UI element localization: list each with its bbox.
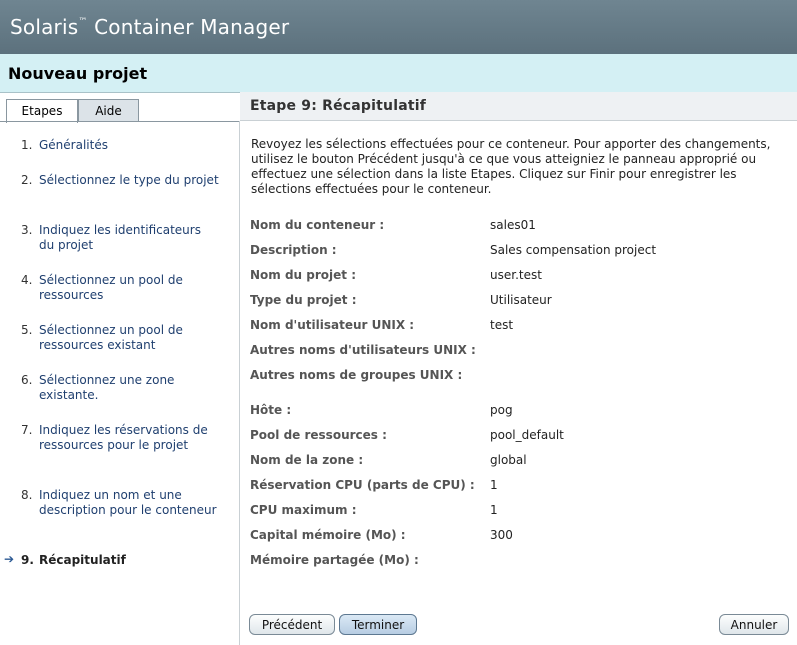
step-number: 1. <box>21 138 33 152</box>
arrow-right-icon: ➔ <box>4 552 15 566</box>
step-link[interactable]: Sélectionnez un pool de ressources exist… <box>39 323 219 353</box>
summary-value: 1 <box>490 478 498 492</box>
intro-text: Revoyez les sélections effectuées pour c… <box>251 137 771 196</box>
finish-button[interactable]: Terminer <box>339 614 417 635</box>
summary-label: Type du projet : <box>250 293 357 307</box>
app-title-bar: Solaris™ Container Manager <box>0 0 797 54</box>
summary-value: pog <box>490 403 513 417</box>
step-number: 3. <box>21 223 33 237</box>
summary-value: sales01 <box>490 218 536 232</box>
summary-label: Nom de la zone : <box>250 453 364 467</box>
tab-aide[interactable]: Aide <box>78 99 139 121</box>
step-link[interactable]: Indiquez les identificateurs du projet <box>39 223 219 253</box>
summary-value: user.test <box>490 268 542 282</box>
summary-label: Autres noms d'utilisateurs UNIX : <box>250 343 476 357</box>
step-number: 2. <box>21 173 33 187</box>
step-number: 4. <box>21 273 33 287</box>
previous-button[interactable]: Précédent <box>249 614 335 635</box>
summary-value: test <box>490 318 514 332</box>
summary-value: 300 <box>490 528 513 542</box>
step-link[interactable]: Sélectionnez le type du projet <box>39 173 219 188</box>
cancel-button[interactable]: Annuler <box>719 614 789 635</box>
summary-value: 1 <box>490 503 498 517</box>
summary-value: Sales compensation project <box>490 243 657 257</box>
tab-underline <box>0 121 240 122</box>
step-link[interactable]: Indiquez un nom et une description pour … <box>39 488 219 518</box>
summary-label: Hôte : <box>250 403 292 417</box>
step-label-current: Récapitulatif <box>39 553 126 567</box>
page-header: Nouveau projet <box>0 54 797 93</box>
step-number: 8. <box>21 488 33 502</box>
step-link[interactable]: Sélectionnez une zone existante. <box>39 373 219 403</box>
panel-divider <box>239 121 240 645</box>
summary-label: Capital mémoire (Mo) : <box>250 528 406 542</box>
step-number: 7. <box>21 423 33 437</box>
summary-value: Utilisateur <box>490 293 552 307</box>
summary-value: global <box>490 453 527 467</box>
summary-label: Mémoire partagée (Mo) : <box>250 553 419 567</box>
summary-label: Réservation CPU (parts de CPU) : <box>250 478 475 492</box>
step-link[interactable]: Indiquez les réservations de ressources … <box>39 423 219 453</box>
summary-label: Nom du conteneur : <box>250 218 385 232</box>
app-title: Solaris™ Container Manager <box>10 15 290 39</box>
summary-label: CPU maximum : <box>250 503 357 517</box>
step-header: Etape 9: Récapitulatif <box>240 92 797 121</box>
page-title: Nouveau projet <box>8 64 148 83</box>
step-number: 9. <box>21 553 34 567</box>
step-number: 5. <box>21 323 33 337</box>
summary-label: Autres noms de groupes UNIX : <box>250 368 463 382</box>
summary-label: Pool de ressources : <box>250 428 387 442</box>
summary-label: Nom d'utilisateur UNIX : <box>250 318 415 332</box>
summary-label: Nom du projet : <box>250 268 356 282</box>
step-title: Etape 9: Récapitulatif <box>250 98 427 114</box>
step-link[interactable]: Généralités <box>39 138 219 153</box>
summary-value: pool_default <box>490 428 564 442</box>
summary-label: Description : <box>250 243 337 257</box>
step-number: 6. <box>21 373 33 387</box>
step-link[interactable]: Sélectionnez un pool de ressources <box>39 273 219 303</box>
tab-etapes[interactable]: Etapes <box>6 99 78 123</box>
